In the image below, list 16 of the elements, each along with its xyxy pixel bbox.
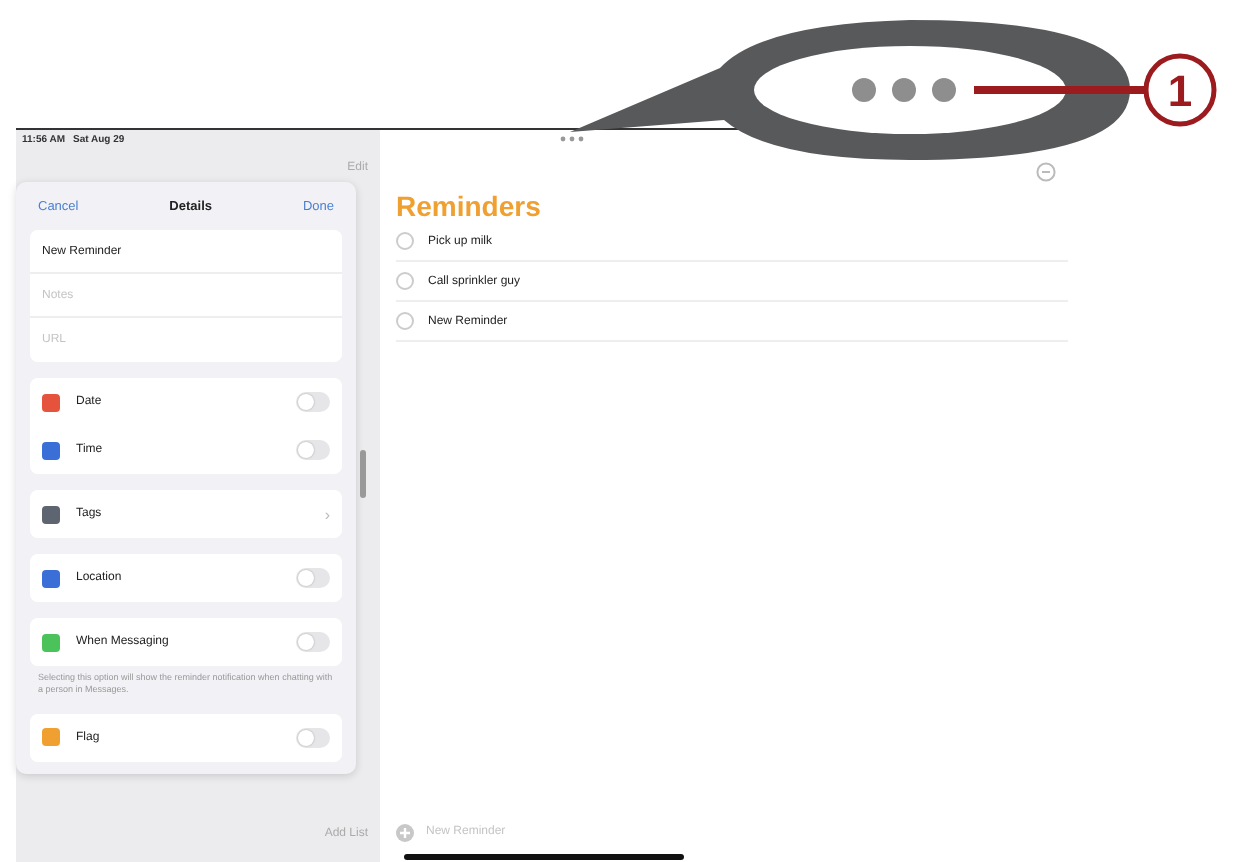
toggle-switch[interactable] xyxy=(296,440,330,460)
completion-circle[interactable] xyxy=(396,312,414,330)
callout-number: 1 xyxy=(1167,66,1193,116)
completion-circle[interactable] xyxy=(396,272,414,290)
callout-number-circle xyxy=(1143,53,1217,127)
toggle-switch[interactable] xyxy=(296,727,330,748)
add-icon[interactable] xyxy=(396,823,414,841)
multitasking-dots-icon[interactable] xyxy=(560,135,584,141)
chevron-icon[interactable]: › xyxy=(324,505,330,523)
toggle-switch[interactable] xyxy=(296,568,330,588)
list-title: Reminders xyxy=(396,190,543,222)
multitasking-dots-icon xyxy=(852,78,956,102)
toggle-switch[interactable] xyxy=(296,392,330,412)
more-options-icon[interactable] xyxy=(1036,162,1056,182)
completion-circle[interactable] xyxy=(396,232,414,250)
toggle-switch[interactable] xyxy=(296,632,330,652)
